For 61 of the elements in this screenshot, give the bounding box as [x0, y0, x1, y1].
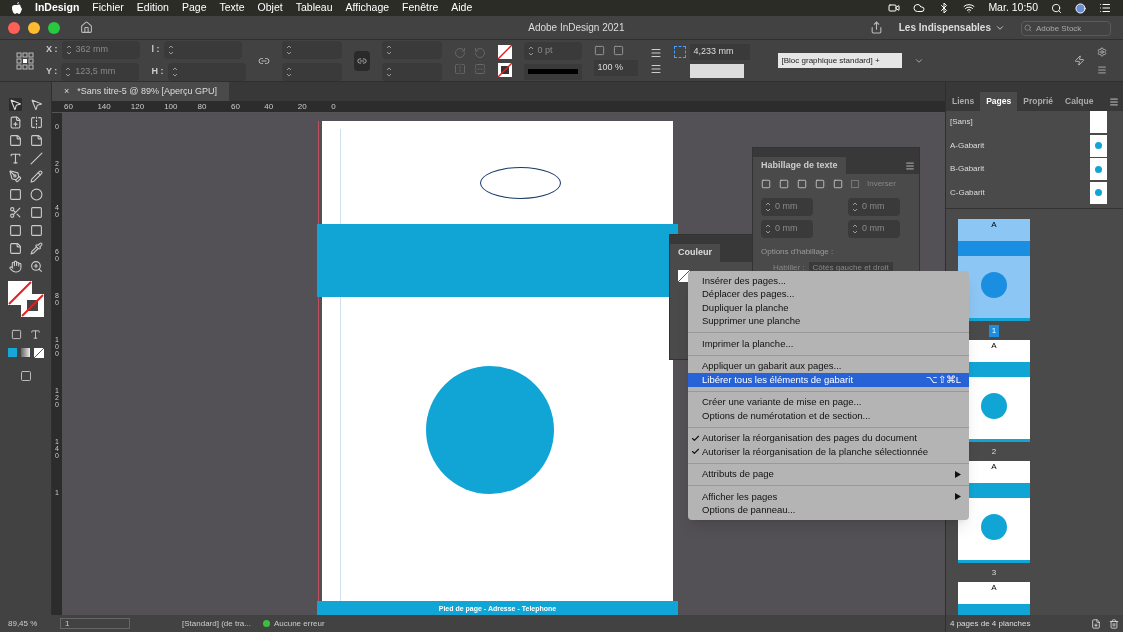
document-tab[interactable]: × *Sans titre-5 @ 89% [Aperçu GPU] [52, 82, 229, 101]
ruler-label: 60 [64, 100, 74, 113]
ruler-label: 60 [230, 100, 241, 113]
menu-item[interactable]: Edition [136, 0, 169, 16]
page-number[interactable]: 3 [988, 567, 1000, 579]
options-label: Options d'habillage : [760, 246, 835, 258]
ruler-label: 0 [331, 100, 337, 113]
preflight-status[interactable]: Aucune erreur [273, 617, 325, 630]
page-thumbnail[interactable]: A [958, 582, 1030, 615]
master-name[interactable]: B-Gabarit [950, 163, 985, 176]
workspace-dropdown[interactable]: Les Indispensables [890, 20, 1013, 35]
panel-title[interactable]: Couleur [670, 244, 720, 262]
field-label: l : [151, 42, 160, 56]
page-thumbnail[interactable]: A [958, 219, 1030, 321]
mode-dropdown[interactable]: [Standard] (de tra... [182, 617, 251, 630]
app-menu[interactable]: InDesign [35, 0, 80, 16]
master-letter: A [990, 340, 998, 352]
close-tab-button[interactable]: × [64, 84, 70, 99]
menu-item[interactable]: Autoriser la réorganisation de la planche sélectionnée [688, 445, 969, 459]
field-label: H : [151, 64, 164, 78]
menu-item[interactable]: Aide [451, 0, 473, 16]
master-name[interactable]: C-Gabarit [950, 186, 985, 199]
panel-tab[interactable]: Proprié [1017, 92, 1059, 111]
master-name[interactable]: [Sans] [950, 116, 973, 128]
zoom-field[interactable]: 89,45 % [8, 617, 48, 630]
page-field[interactable]: 1 [60, 618, 130, 629]
master-name[interactable]: A-Gabarit [950, 139, 985, 152]
search-field[interactable]: Adobe Stock [1021, 20, 1111, 36]
field-label: X : [46, 42, 58, 56]
opacity-field[interactable]: 100 % [593, 60, 638, 76]
ruler-label: 100 [164, 100, 179, 113]
panel-tab[interactable]: Pages [980, 92, 1018, 111]
page-number[interactable]: 2 [988, 446, 1000, 458]
menu-item[interactable]: Libérer tous les éléments de gabarit ⌥⇧⌘L [688, 373, 969, 387]
ruler-label: 40 [264, 100, 275, 113]
object-style-dropdown[interactable]: [Bloc graphique standard] + [777, 53, 902, 68]
page-number[interactable]: 1 [988, 325, 1000, 337]
window-title: Adobe InDesign 2021 [528, 21, 625, 35]
menu-item[interactable]: Fichier [92, 0, 124, 16]
menu-item[interactable]: Tableau [295, 0, 333, 16]
shortcut: ⌥⇧⌘L [925, 372, 961, 387]
ruler-label: 140 [97, 100, 112, 113]
master-letter: A [990, 582, 998, 594]
ruler-label: 80 [197, 100, 208, 113]
field-label: Y : [46, 64, 58, 78]
panel-tab[interactable]: Liens [946, 92, 981, 111]
ruler-label: 120 [130, 100, 146, 113]
master-letter: A [990, 219, 998, 231]
page-count: 4 pages de 4 planches [950, 617, 1031, 630]
ruler-label: 20 [297, 100, 308, 113]
panel-tab[interactable]: Calque [1059, 92, 1100, 111]
page-thumbnail[interactable]: A [958, 461, 1030, 563]
menu-item[interactable]: Affichage [345, 0, 390, 16]
menu-item[interactable]: Page [181, 0, 207, 16]
menu-item[interactable]: Texte [219, 0, 245, 16]
clock: Mar. 10:50 [988, 0, 1038, 16]
menu-item[interactable]: Fenêtre [402, 0, 439, 16]
menu-item[interactable]: Objet [257, 0, 283, 16]
offset-field[interactable]: 4,233 mm [689, 43, 750, 60]
master-letter: A [990, 461, 998, 473]
panel-title[interactable]: Habillage de texte [753, 157, 846, 174]
